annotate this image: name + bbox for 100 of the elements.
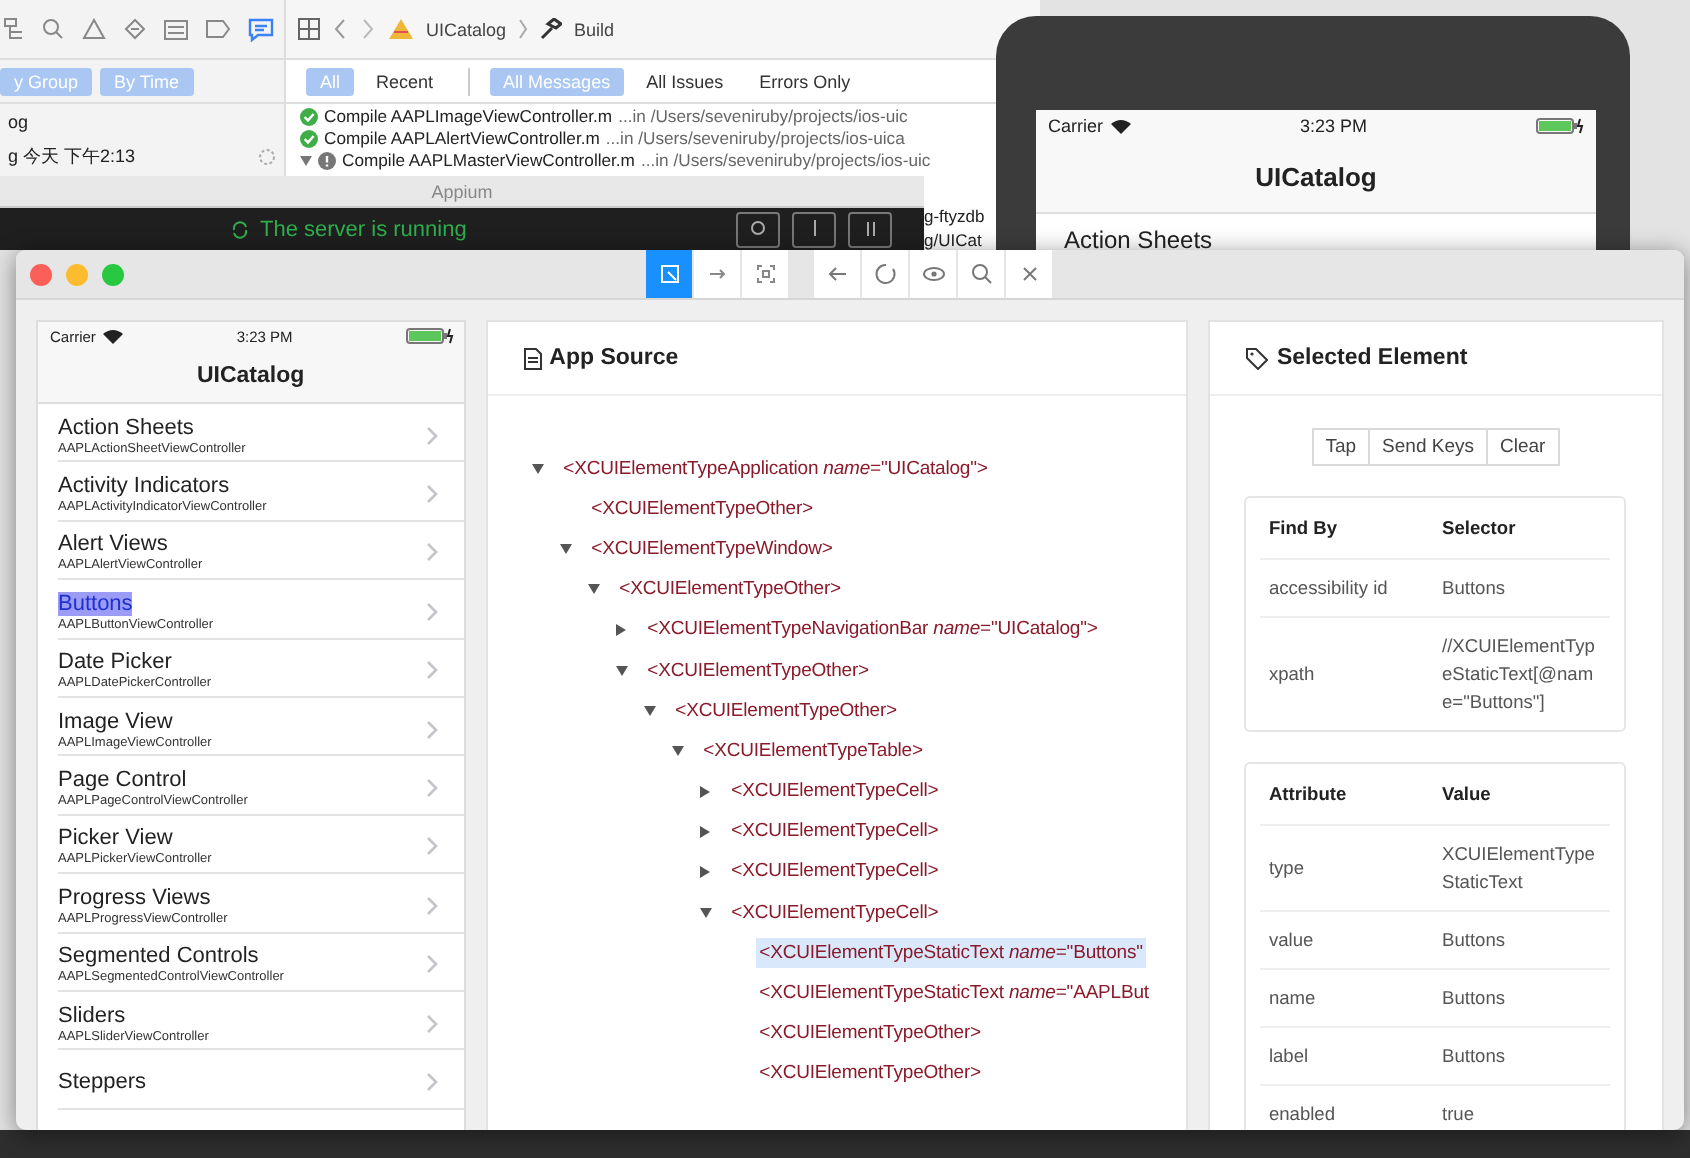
tree-node[interactable]: <XCUIElementTypeNavigationBar name="UICatalog"> [643,614,1102,645]
session-label: g 今天 下午2:13 [8,144,136,170]
chevron-icon [425,778,438,799]
tree-node[interactable]: <XCUIElementTypeOther> [587,493,817,524]
tree-node[interactable]: <XCUIElementTypeStaticText name="Buttons" [755,937,1147,968]
list-item-title[interactable]: Sliders [58,1003,126,1028]
close-button[interactable] [1006,250,1054,298]
nav-title: UICatalog [1255,162,1377,192]
chevron-icon [425,836,438,857]
chevron-icon [425,601,438,622]
caret-down-icon[interactable] [615,665,628,676]
eye-icon [921,262,945,286]
breadcrumb-item[interactable]: Build [574,19,615,39]
time-label: 3:23 PM [1299,116,1368,136]
column-header: Value [1434,764,1610,825]
tree-node[interactable]: <XCUIElementTypeStaticText name="AAPLBut [755,978,1153,1009]
chevron-icon [425,1013,438,1034]
eye-button[interactable] [910,250,958,298]
tree-node[interactable]: <XCUIElementTypeOther> [671,695,901,726]
nav-title: UICatalog [196,364,305,388]
breadcrumb-item[interactable]: UICatalog [426,19,507,39]
list-item-title[interactable]: Alert Views [58,532,168,557]
pause-button[interactable] [848,211,892,247]
list-item-title[interactable]: Segmented Controls [58,944,259,969]
caret-down-icon[interactable] [699,907,712,918]
table-cell: xpath [1260,617,1434,730]
list-item-title[interactable]: Buttons [58,591,133,616]
action-button[interactable]: Clear [1486,428,1560,466]
select-button[interactable] [646,250,694,298]
tree-node[interactable]: <XCUIElementTypeCell> [727,776,943,807]
chevron-icon [425,1071,438,1092]
chevron-icon [425,719,438,740]
tree-node[interactable]: <XCUIElementTypeCell> [727,897,943,928]
list-item-title[interactable]: Progress Views [58,885,211,910]
tap-target-button[interactable] [742,250,790,298]
column-header: Selector [1434,498,1610,559]
tag-icon [206,20,230,38]
list-item-title[interactable]: Steppers [58,1069,147,1094]
tree-node[interactable]: <XCUIElementTypeOther> [755,1058,985,1089]
tree-node[interactable]: <XCUIElementTypeOther> [643,655,873,686]
list-item-title[interactable]: Page Control [58,768,187,793]
wifi-icon [1109,118,1132,134]
tree-node[interactable]: <XCUIElementTypeOther> [755,1018,985,1049]
refresh-icon [230,219,250,239]
tree-node[interactable]: <XCUIElementTypeWindow> [587,533,837,564]
battery-icon [1535,118,1584,134]
forward-icon [360,18,376,40]
chevron-icon [425,542,438,563]
diamond-icon [124,18,146,40]
tree-node[interactable]: <XCUIElementTypeOther> [615,574,845,605]
action-button[interactable]: Tap [1311,428,1371,466]
check-circle-icon [300,107,318,125]
filter-button[interactable]: Recent [362,67,448,95]
list-item-title[interactable]: Date Picker [58,650,172,675]
caret-down-icon [300,155,312,165]
caret-right-icon[interactable] [699,825,710,838]
list-item-title[interactable]: Picker View [58,826,173,851]
caret-down-icon[interactable] [531,463,544,474]
list-item-title[interactable]: Activity Indicators [58,474,230,499]
back-arrow-icon [825,262,849,286]
action-button[interactable]: Send Keys [1368,428,1488,466]
list-item-title[interactable]: Action Sheets [58,415,194,440]
hierarchy-icon [4,18,24,40]
filter-button[interactable]: All Issues [632,67,738,95]
table-cell: value [1260,911,1434,969]
back-button[interactable] [814,250,862,298]
table-cell: name [1260,969,1434,1027]
download-button[interactable] [792,211,836,247]
tree-node[interactable]: <XCUIElementTypeCell> [727,856,943,887]
caret-right-icon[interactable] [615,623,626,636]
chevron-icon [425,660,438,681]
tree-node[interactable]: <XCUIElementTypeApplication name="UICatalog"> [559,453,992,484]
list-item[interactable]: Action Sheets [1064,226,1213,254]
list-item-title[interactable]: Image View [58,709,173,734]
separator-icon [518,18,529,40]
log-entry[interactable]: Compile AAPLAlertViewController.m [324,128,600,148]
panel-title: App Source [549,346,679,370]
caret-down-icon[interactable] [587,584,600,595]
pause-icon [861,220,879,238]
caret-right-icon[interactable] [699,865,710,878]
caret-right-icon[interactable] [699,785,710,798]
caret-down-icon[interactable] [671,745,684,756]
table-cell: //XCUIElementTypeStaticText[@name="Buttons"] [1434,617,1610,730]
list-icon [164,19,188,39]
table-cell: Buttons [1434,1027,1610,1085]
log-entry[interactable]: Compile AAPLMasterViewController.m [342,150,635,170]
refresh-button[interactable] [862,250,910,298]
caret-down-icon[interactable] [559,543,572,554]
log-entry[interactable]: Compile AAPLImageViewController.m [324,106,613,126]
column-header: Find By [1260,498,1434,559]
tree-node[interactable]: <XCUIElementTypeCell> [727,816,943,847]
search-button[interactable] [736,211,780,247]
document-icon [523,347,542,369]
window-title: Appium [431,181,493,201]
tree-node[interactable]: <XCUIElementTypeTable> [699,735,927,766]
table-cell: Buttons [1434,559,1610,617]
caret-down-icon[interactable] [643,705,656,716]
filter-button[interactable]: Errors Only [745,67,865,95]
table-cell: Buttons [1434,911,1610,969]
hammer-icon [540,18,563,40]
